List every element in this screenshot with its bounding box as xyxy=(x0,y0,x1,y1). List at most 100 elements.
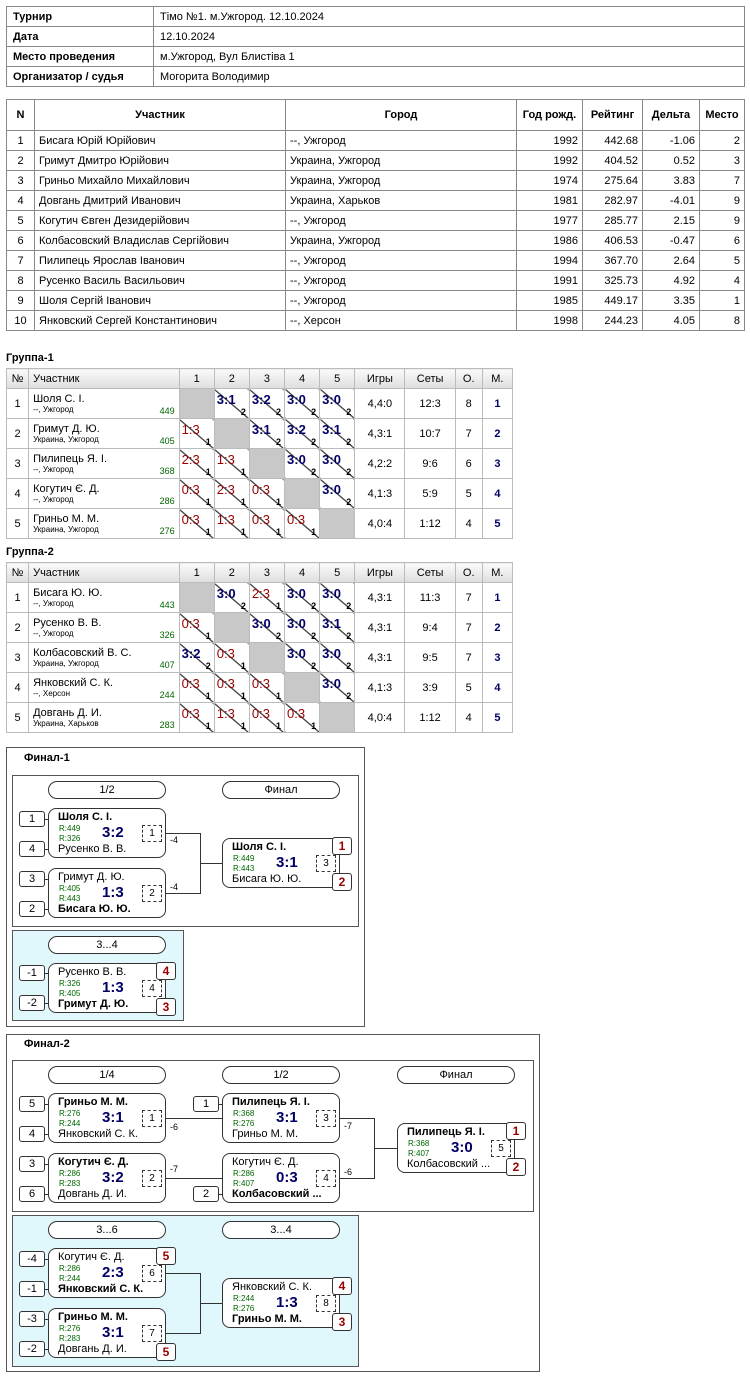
bracket-match: Пилипець Я. І. R:368 R:276 3:1 3 Гриньо М. М. xyxy=(222,1093,340,1143)
seed-box: 2 xyxy=(19,901,45,917)
group-col-header: Игры xyxy=(354,562,406,583)
group-col-header: М. xyxy=(481,368,514,389)
participant-cell: Украина, Ужгород xyxy=(285,150,517,171)
self-cell xyxy=(284,478,321,509)
player-city: --, Херсон xyxy=(33,689,71,698)
participant-cell: 1 xyxy=(6,130,35,151)
match-rating-2: R:405 xyxy=(59,989,81,998)
participant-cell: 442.68 xyxy=(582,130,643,151)
group-row: 2 Гримут Д. Ю. Украина, Ужгород 405 1:3 1 3:1 2… xyxy=(5,418,514,449)
match-number: 2 xyxy=(142,1170,162,1187)
participant-cell: 3 xyxy=(6,170,35,191)
set-score: 1:3 xyxy=(216,706,235,721)
score-cell: 3:1 2 xyxy=(248,418,286,449)
games: 4,3:1 xyxy=(354,582,406,613)
player-rating: 276 xyxy=(159,526,175,536)
participant-row: 4 Довгань Дмитрий Иванович Украина, Харько… xyxy=(6,190,745,211)
set-score: 0:3 xyxy=(181,706,200,721)
participant-cell: 3.35 xyxy=(642,290,700,311)
match-points: 2 xyxy=(346,407,352,417)
match-player-2: Бисага Ю. Ю. xyxy=(58,903,131,915)
group-row: 3 Пилипець Я. І. --, Ужгород 368 2:3 1 1:3 1 3:0… xyxy=(5,448,514,479)
match-rating-1: R:276 xyxy=(59,1109,81,1118)
match-points: 1 xyxy=(205,437,211,447)
match-number: 5 xyxy=(491,1140,511,1157)
score-cell: 1:3 1 xyxy=(213,508,250,539)
match-rating-2: R:244 xyxy=(59,1119,81,1128)
bracket-line xyxy=(200,863,222,864)
seed-box: 3 xyxy=(19,1156,45,1172)
participant-cell: 2 xyxy=(6,150,35,171)
group-row: 5 Довгань Д. И. Украина, Харьков 283 0:3 1 1:3… xyxy=(5,702,514,733)
match-points: 1 xyxy=(276,527,282,537)
score-cell: 0:3 1 xyxy=(178,702,215,733)
seed-box: 6 xyxy=(19,1186,45,1202)
player-name: Шоля С. І. xyxy=(33,393,85,405)
group-col-header: 2 xyxy=(213,562,250,583)
place-box: 3 xyxy=(156,998,176,1016)
bracket-match: Когутич Є. Д. R:286 R:283 3:2 2 Довгань Д. И. xyxy=(48,1153,166,1203)
points: 8 xyxy=(454,388,483,419)
group-1-table: № Участник 1 2 3 4 5 Игры Сеты О. М. 1 Шоля С. І. --,… xyxy=(5,368,514,539)
round-label: 3...4 xyxy=(48,936,166,954)
bracket-match: Когутич Є. Д. R:286 R:407 0:3 4 Колбасовский … xyxy=(222,1153,340,1203)
place: 2 xyxy=(481,612,514,643)
score-cell: 3:0 2 xyxy=(319,582,356,613)
bracket-match: Когутич Є. Д. R:286 R:244 2:3 6 Янковский С. … xyxy=(48,1248,166,1298)
match-number: 3 xyxy=(316,855,336,872)
score-cell: 3:1 2 xyxy=(319,612,356,643)
match-rating-1: R:286 xyxy=(59,1169,81,1178)
place-box: 4 xyxy=(332,1277,352,1295)
loser-target: -7 xyxy=(170,1164,179,1174)
group-col-header: 4 xyxy=(284,562,321,583)
match-points: 1 xyxy=(276,691,282,701)
set-score: 1:3 xyxy=(181,422,200,437)
set-score: 0:3 xyxy=(216,646,235,661)
player-rating: 286 xyxy=(159,496,175,506)
match-rating-1: R:368 xyxy=(233,1109,255,1118)
place-box: 1 xyxy=(332,837,352,855)
group-row-number: 4 xyxy=(5,478,30,509)
match-score: 1:3 xyxy=(276,1294,298,1311)
points: 7 xyxy=(454,582,483,613)
match-points: 1 xyxy=(240,527,246,537)
set-score: 3:0 xyxy=(322,482,341,497)
sets: 9:4 xyxy=(404,612,456,643)
player-city: --, Ужгород xyxy=(33,599,74,608)
match-player-2: Русенко В. В. xyxy=(58,843,127,855)
points: 7 xyxy=(454,612,483,643)
match-points: 2 xyxy=(311,631,317,641)
games: 4,0:4 xyxy=(354,508,406,539)
participant-cell: 3.83 xyxy=(642,170,700,191)
set-score: 3:2 xyxy=(287,422,306,437)
match-score: 1:3 xyxy=(102,979,124,996)
self-cell xyxy=(284,672,321,703)
match-rating-1: R:449 xyxy=(233,854,255,863)
bracket-match: Пилипець Я. І. R:368 R:407 3:0 5 Колбасовский… xyxy=(397,1123,515,1173)
sets: 12:3 xyxy=(404,388,456,419)
seed-box: 4 xyxy=(19,841,45,857)
points: 5 xyxy=(454,478,483,509)
participant-cell: --, Ужгород xyxy=(285,290,517,311)
group-row: 5 Гриньо М. М. Украина, Ужгород 276 0:3 1 1:3 1… xyxy=(5,508,514,539)
score-cell: 3:0 2 xyxy=(319,448,356,479)
set-score: 2:3 xyxy=(251,586,270,601)
participant-cell: -1.06 xyxy=(642,130,700,151)
participant-row: 8 Русенко Василь Васильович --, Ужгород 199… xyxy=(6,270,745,291)
match-player-2: Гриньо М. М. xyxy=(232,1128,299,1140)
group-col-header: 2 xyxy=(213,368,250,389)
match-player-2: Бисага Ю. Ю. xyxy=(232,873,302,885)
participant-cell: 1991 xyxy=(516,270,583,291)
score-cell: 3:0 2 xyxy=(284,388,321,419)
match-number: 3 xyxy=(316,1110,336,1127)
match-points: 2 xyxy=(205,661,211,671)
match-points: 2 xyxy=(346,601,352,611)
player-name: Когутич Є. Д. xyxy=(33,483,100,495)
score-cell: 3:0 2 xyxy=(284,612,321,643)
match-number: 4 xyxy=(142,980,162,997)
match-player-2: Янковский С. К. xyxy=(58,1283,144,1295)
place: 3 xyxy=(481,448,514,479)
match-number: 8 xyxy=(316,1295,336,1312)
match-number: 2 xyxy=(142,885,162,902)
group-col-header: Участник xyxy=(28,368,180,389)
